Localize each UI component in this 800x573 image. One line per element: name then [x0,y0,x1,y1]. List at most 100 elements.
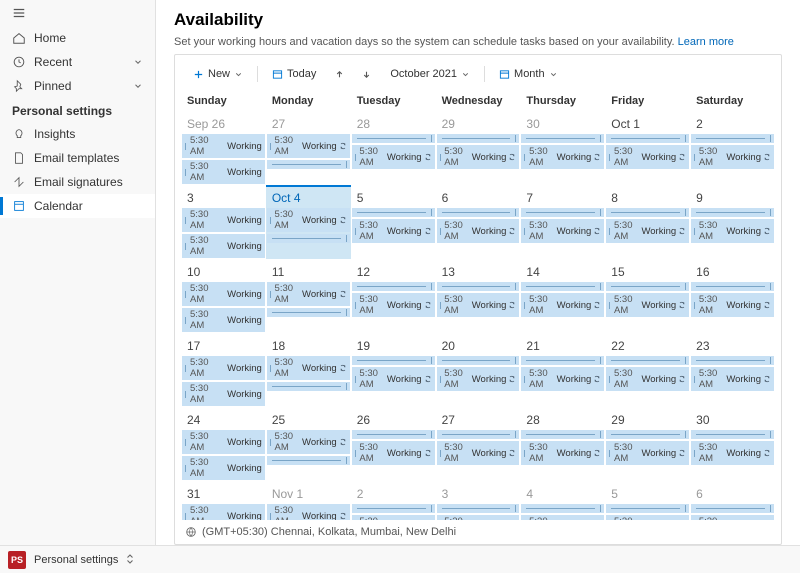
calendar-cell[interactable]: 105:30 AMWorking5:30 AMWorking [181,259,266,333]
calendar-cell[interactable]: 295:30 AMWorking [605,407,690,481]
calendar-event[interactable] [352,208,435,217]
calendar-event[interactable]: 5:30 AMWorking [691,367,774,391]
calendar-event[interactable]: 5:30 AMWorking [267,356,350,380]
calendar-event[interactable] [691,356,774,365]
calendar-event[interactable]: 5:30 AMWorking [606,367,689,391]
calendar-event[interactable]: 5:30 AMWorking [352,293,435,317]
calendar-cell[interactable]: Nov 15:30 AMWorking [266,481,351,520]
calendar-event[interactable]: 5:30 AMWorking [691,219,774,243]
calendar-event[interactable]: 5:30 AMWorking [352,219,435,243]
view-picker[interactable]: Month [493,65,564,83]
date-range-picker[interactable]: October 2021 [384,65,476,83]
calendar-event[interactable]: 5:30 AMWorking [182,456,265,480]
calendar-event[interactable]: 5:30 AMWorking [267,208,350,232]
calendar-event[interactable]: 5:30 AMWorking [182,234,265,258]
calendar-event[interactable] [352,356,435,365]
prev-button[interactable] [330,66,349,83]
calendar-event[interactable]: 5:30 AMWorking [691,145,774,169]
calendar-event[interactable] [691,282,774,291]
calendar-event[interactable] [352,504,435,513]
calendar-cell[interactable]: 75:30 AMWorking [520,185,605,259]
calendar-event[interactable]: 5:30 AMWorking [691,441,774,465]
calendar-event[interactable]: 5:30 AMWorking [182,160,265,184]
calendar-cell[interactable]: 165:30 AMWorking [690,259,775,333]
calendar-event[interactable]: 5:30 AMWorking [606,515,689,520]
calendar-cell[interactable]: 235:30 AMWorking [690,333,775,407]
calendar-event[interactable] [521,430,604,439]
calendar-event[interactable] [606,134,689,143]
calendar-event[interactable]: 5:30 AMWorking [182,308,265,332]
calendar-event[interactable]: 5:30 AMWorking [267,282,350,306]
nav-pinned[interactable]: Pinned [0,74,155,98]
calendar-event[interactable]: 5:30 AMWorking [521,441,604,465]
calendar-event[interactable] [437,356,520,365]
calendar-cell[interactable]: 275:30 AMWorking [266,111,351,185]
calendar-event[interactable]: 5:30 AMWorking [521,367,604,391]
calendar-event[interactable]: 5:30 AMWorking [521,145,604,169]
calendar-event[interactable] [521,282,604,291]
calendar-event[interactable] [437,504,520,513]
nav-recent[interactable]: Recent [0,50,155,74]
calendar-event[interactable]: 5:30 AMWorking [691,293,774,317]
calendar-event[interactable] [521,356,604,365]
calendar-cell[interactable]: 285:30 AMWorking [520,407,605,481]
learn-more-link[interactable]: Learn more [678,36,734,48]
calendar-event[interactable] [267,382,350,391]
calendar-cell[interactable]: 225:30 AMWorking [605,333,690,407]
calendar-event[interactable]: 5:30 AMWorking [437,515,520,520]
calendar-event[interactable]: 5:30 AMWorking [437,145,520,169]
calendar-event[interactable] [606,208,689,217]
calendar-cell[interactable]: 65:30 AMWorking [690,481,775,520]
calendar-event[interactable] [437,282,520,291]
calendar-event[interactable]: 5:30 AMWorking [352,145,435,169]
calendar-event[interactable]: 5:30 AMWorking [182,356,265,380]
calendar-cell[interactable]: 65:30 AMWorking [436,185,521,259]
calendar-event[interactable]: 5:30 AMWorking [606,441,689,465]
calendar-cell[interactable]: 305:30 AMWorking [690,407,775,481]
calendar-cell[interactable]: 315:30 AMWorking5:30 AMWorking [181,481,266,520]
calendar-event[interactable] [437,208,520,217]
calendar-cell[interactable]: 205:30 AMWorking [436,333,521,407]
calendar-event[interactable]: 5:30 AMWorking [352,515,435,520]
calendar-cell[interactable]: 175:30 AMWorking5:30 AMWorking [181,333,266,407]
calendar-event[interactable]: 5:30 AMWorking [182,430,265,454]
calendar-cell[interactable]: 55:30 AMWorking [351,185,436,259]
calendar-event[interactable] [267,456,350,465]
calendar-cell[interactable]: 285:30 AMWorking [351,111,436,185]
calendar-event[interactable] [691,504,774,513]
calendar-cell[interactable]: 245:30 AMWorking5:30 AMWorking [181,407,266,481]
calendar-event[interactable]: 5:30 AMWorking [182,134,265,158]
calendar-cell[interactable]: 305:30 AMWorking [520,111,605,185]
calendar-cell[interactable]: 115:30 AMWorking [266,259,351,333]
nav-insights[interactable]: Insights [0,122,155,146]
nav-email-signatures[interactable]: Email signatures [0,170,155,194]
calendar-cell[interactable]: Oct 15:30 AMWorking [605,111,690,185]
calendar-cell[interactable]: 55:30 AMWorking [605,481,690,520]
calendar-cell[interactable]: Oct 45:30 AMWorking [266,185,351,259]
calendar-event[interactable] [437,134,520,143]
calendar-event[interactable]: 5:30 AMWorking [267,430,350,454]
calendar-event[interactable]: 5:30 AMWorking [182,504,265,520]
expand-icon[interactable] [124,553,138,567]
calendar-event[interactable] [691,430,774,439]
nav-calendar[interactable]: Calendar [0,194,155,218]
calendar-event[interactable]: 5:30 AMWorking [182,208,265,232]
calendar-cell[interactable]: 215:30 AMWorking [520,333,605,407]
calendar-cell[interactable]: 95:30 AMWorking [690,185,775,259]
calendar-event[interactable] [606,356,689,365]
calendar-event[interactable]: 5:30 AMWorking [521,293,604,317]
calendar-event[interactable]: 5:30 AMWorking [606,145,689,169]
next-button[interactable] [357,66,376,83]
calendar-cell[interactable]: Sep 265:30 AMWorking5:30 AMWorking [181,111,266,185]
nav-home[interactable]: Home [0,26,155,50]
calendar-event[interactable] [352,134,435,143]
calendar-event[interactable] [606,282,689,291]
calendar-event[interactable] [437,430,520,439]
calendar-event[interactable]: 5:30 AMWorking [267,134,350,158]
calendar-event[interactable] [691,208,774,217]
calendar-cell[interactable]: 265:30 AMWorking [351,407,436,481]
calendar-cell[interactable]: 295:30 AMWorking [436,111,521,185]
calendar-event[interactable] [267,160,350,169]
calendar-cell[interactable]: 45:30 AMWorking [520,481,605,520]
hamburger-button[interactable] [0,0,155,26]
